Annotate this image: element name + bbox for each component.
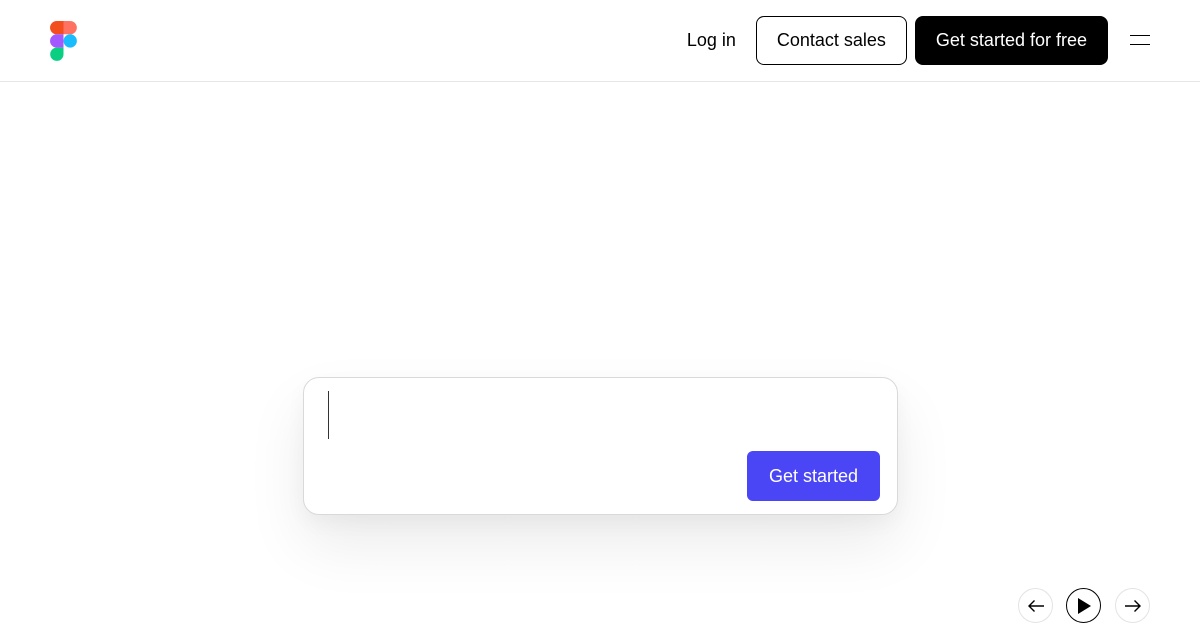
play-icon bbox=[1077, 597, 1091, 614]
text-caret bbox=[328, 391, 329, 439]
arrow-right-icon bbox=[1124, 599, 1141, 612]
get-started-button[interactable]: Get started bbox=[747, 451, 880, 501]
menu-line bbox=[1130, 34, 1150, 36]
contact-sales-button[interactable]: Contact sales bbox=[755, 16, 907, 65]
carousel-next-button[interactable] bbox=[1115, 588, 1150, 623]
site-header: Log in Contact sales Get started for fre… bbox=[0, 0, 1200, 82]
prompt-input[interactable] bbox=[324, 392, 744, 442]
header-nav: Log in Contact sales Get started for fre… bbox=[687, 16, 1150, 65]
prompt-box: Get started bbox=[303, 377, 898, 515]
menu-line bbox=[1130, 43, 1150, 45]
get-started-free-button[interactable]: Get started for free bbox=[914, 16, 1108, 65]
carousel-play-button[interactable] bbox=[1066, 588, 1101, 623]
figma-logo-icon[interactable] bbox=[50, 21, 77, 61]
hamburger-menu-icon[interactable] bbox=[1130, 34, 1150, 47]
carousel-controls bbox=[1018, 588, 1150, 624]
login-link[interactable]: Log in bbox=[687, 30, 736, 51]
carousel-prev-button[interactable] bbox=[1018, 588, 1053, 623]
arrow-left-icon bbox=[1027, 599, 1044, 612]
